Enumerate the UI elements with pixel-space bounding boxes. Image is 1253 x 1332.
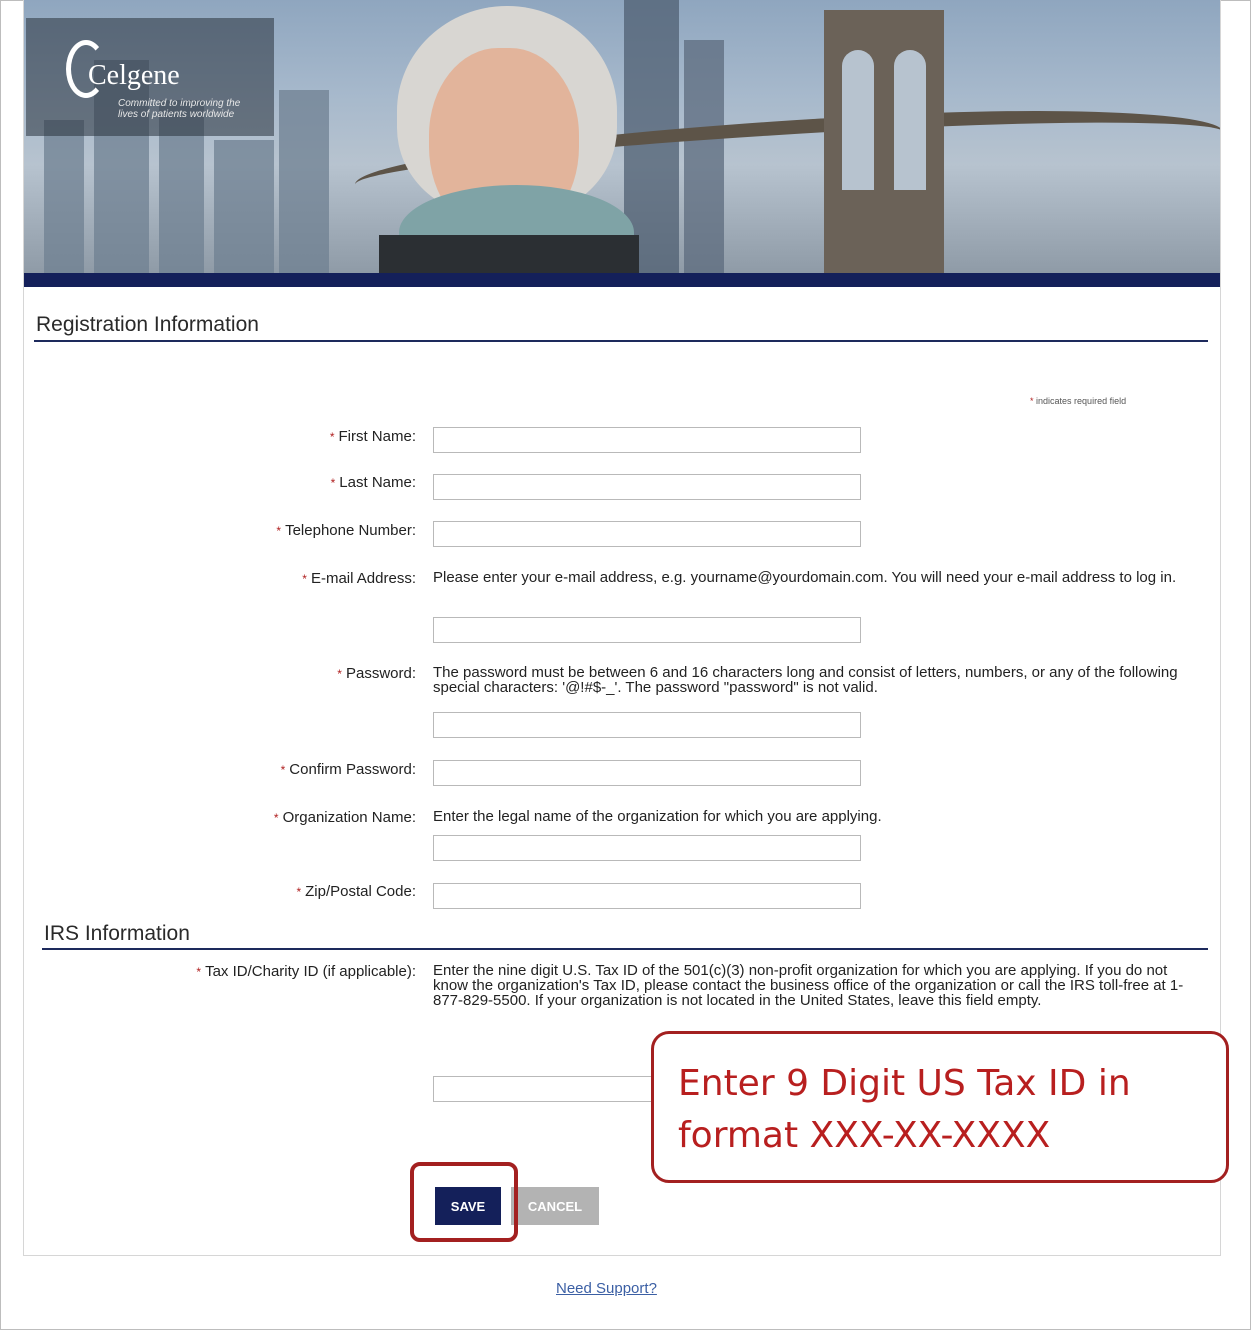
portrait-coat (379, 235, 639, 275)
telephone-label: * Telephone Number: (276, 522, 416, 539)
email-hint: Please enter your e-mail address, e.g. y… (433, 569, 1177, 586)
need-support-link[interactable]: Need Support? (556, 1280, 657, 1297)
confirm-password-field[interactable] (433, 760, 861, 786)
first-name-field[interactable] (433, 427, 861, 453)
last-name-field[interactable] (433, 474, 861, 500)
save-button-highlight (410, 1162, 518, 1242)
confirm-password-label: * Confirm Password: (280, 761, 416, 778)
banner-portrait (379, 0, 639, 275)
organization-name-hint: Enter the legal name of the organization… (433, 808, 882, 825)
tax-id-callout: Enter 9 Digit US Tax ID in format XXX-XX… (651, 1031, 1229, 1183)
organization-name-field[interactable] (433, 835, 861, 861)
banner-bottom-bar (24, 273, 1220, 287)
registration-section-rule (34, 340, 1208, 342)
callout-line-1: Enter 9 Digit US Tax ID in (678, 1063, 1131, 1104)
bridge-tower (824, 10, 944, 275)
callout-line-2: format XXX-XX-XXXX (678, 1115, 1051, 1156)
registration-section-title: Registration Information (36, 313, 259, 336)
bridge-arch (842, 50, 874, 190)
zip-code-field[interactable] (433, 883, 861, 909)
header-banner: Celgene Committed to improving the lives… (24, 0, 1220, 275)
celgene-logo: Celgene Committed to improving the lives… (26, 18, 274, 136)
irs-section-title: IRS Information (44, 922, 190, 945)
password-label: * Password: (337, 665, 416, 682)
zip-code-label: * Zip/Postal Code: (296, 883, 416, 900)
required-field-note: * indicates required field (1030, 396, 1127, 406)
telephone-field[interactable] (433, 521, 861, 547)
skyline-building (279, 90, 329, 275)
logo-tagline: Committed to improving the lives of pati… (118, 98, 241, 120)
skyline-building (44, 120, 84, 275)
email-field[interactable] (433, 617, 861, 643)
bridge-arch (894, 50, 926, 190)
password-hint: The password must be between 6 and 16 ch… (433, 664, 1178, 696)
irs-section-rule (42, 948, 1208, 950)
tax-id-label: * Tax ID/Charity ID (if applicable): (196, 963, 416, 980)
logo-name: Celgene (88, 60, 180, 91)
first-name-label: * First Name: (329, 428, 416, 445)
organization-name-label: * Organization Name: (273, 809, 416, 826)
cancel-button[interactable]: CANCEL (511, 1187, 599, 1225)
last-name-label: * Last Name: (330, 474, 416, 491)
password-field[interactable] (433, 712, 861, 738)
email-label: * E-mail Address: (302, 570, 416, 587)
tax-id-hint: Enter the nine digit U.S. Tax ID of the … (433, 962, 1184, 1009)
skyline-building (214, 140, 274, 275)
